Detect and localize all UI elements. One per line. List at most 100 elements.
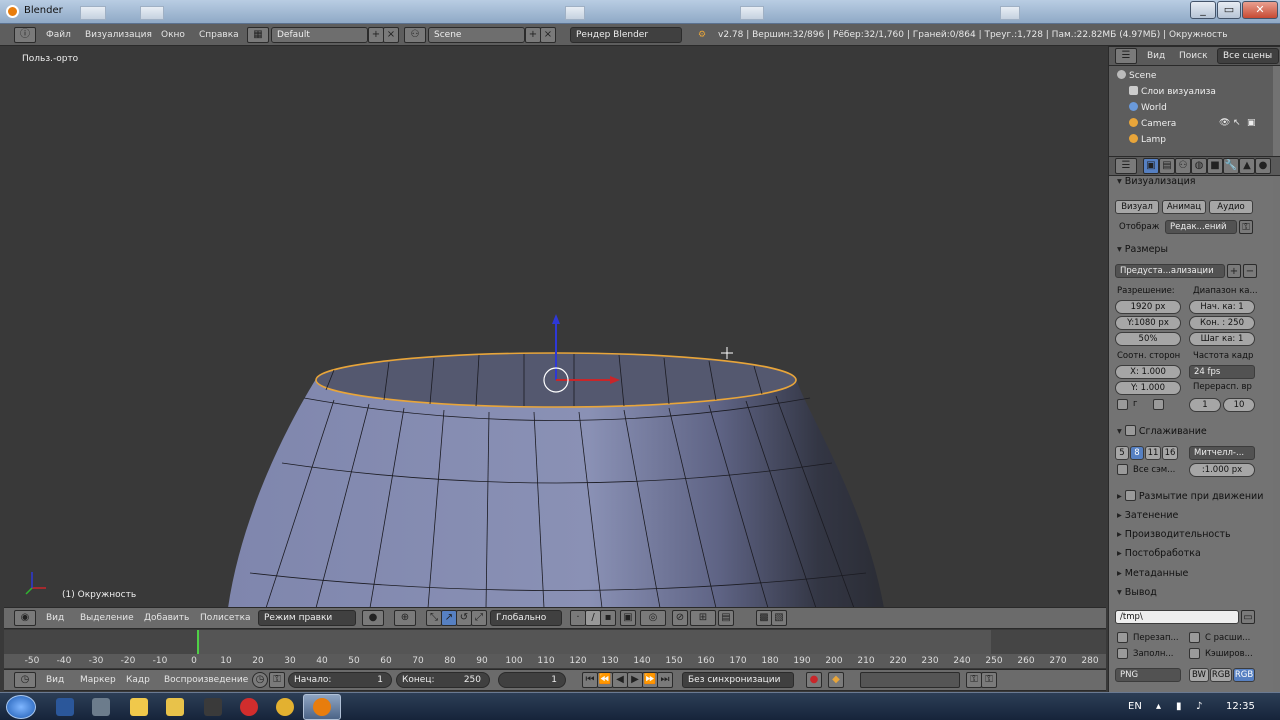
outliner-item-render-layers[interactable]: Слои визуализа <box>1129 86 1216 97</box>
output-section-header[interactable]: ▾ Вывод <box>1117 587 1157 598</box>
scale-icon[interactable]: ⤢ <box>471 610 487 626</box>
aa-filter-select[interactable]: Митчелл-... <box>1189 446 1255 460</box>
prev-keyframe-icon[interactable]: ⏪ <box>597 672 613 688</box>
resolution-x-field[interactable]: 1920 px <box>1115 300 1181 314</box>
add-layout-icon[interactable]: + <box>368 27 384 43</box>
metadata-section-header[interactable]: ▸ Метаданные <box>1117 568 1188 579</box>
3d-viewport[interactable]: Польз.-орто (1) Окружность <box>4 48 1106 608</box>
render-animation-button[interactable]: Анимац <box>1162 200 1206 214</box>
camera-render-icon[interactable]: ▣ <box>1247 118 1256 128</box>
performance-section-header[interactable]: ▸ Производительность <box>1117 529 1231 540</box>
tray-icon[interactable]: ▴ <box>1156 701 1161 712</box>
face-select-icon[interactable]: ▪ <box>600 610 616 626</box>
render-preset-select[interactable]: Предуста...ализации <box>1115 264 1225 278</box>
record-icon[interactable]: ● <box>806 672 822 688</box>
editor-type-icon[interactable]: ☰ <box>1115 158 1137 174</box>
lock-interface-icon[interactable]: ⚿ <box>1239 220 1253 234</box>
border-checkbox[interactable] <box>1117 399 1128 410</box>
snap-icon[interactable]: ⊘ <box>672 610 688 626</box>
remove-layout-icon[interactable]: × <box>383 27 399 43</box>
menu-marker[interactable]: Маркер <box>80 675 116 685</box>
layout-icon[interactable]: ▦ <box>247 27 269 43</box>
folder-icon[interactable] <box>130 698 148 716</box>
cursor-icon[interactable]: ↖ <box>1233 118 1241 128</box>
snap-target-icon[interactable]: ⊞ <box>690 610 716 626</box>
cache-result-checkbox[interactable] <box>1189 648 1200 659</box>
start-button[interactable] <box>6 695 36 719</box>
crop-checkbox[interactable] <box>1153 399 1164 410</box>
network-icon[interactable]: ▮ <box>1176 701 1182 712</box>
aspect-y-field[interactable]: Y: 1.000 <box>1115 381 1181 395</box>
editor-type-icon[interactable]: ◉ <box>14 610 36 626</box>
play-icon[interactable]: ▶ <box>627 672 643 688</box>
play-reverse-icon[interactable]: ◀ <box>612 672 628 688</box>
full-sample-checkbox[interactable] <box>1117 464 1128 475</box>
dimensions-section-header[interactable]: ▾ Размеры <box>1117 244 1168 255</box>
color-mode-rgb[interactable]: RGB <box>1210 668 1232 682</box>
outliner-item-camera[interactable]: Camera <box>1129 118 1176 129</box>
layers-icon[interactable]: ▤ <box>718 610 734 626</box>
add-scene-icon[interactable]: + <box>525 27 541 43</box>
aa-samples-16[interactable]: 16 <box>1162 446 1178 460</box>
app-icon[interactable] <box>92 698 110 716</box>
jump-start-icon[interactable]: ⏮ <box>582 672 598 688</box>
placeholders-checkbox[interactable] <box>1117 648 1128 659</box>
modifiers-tab-icon[interactable]: 🔧 <box>1223 158 1239 174</box>
keying-set-field[interactable] <box>860 672 960 688</box>
outliner-item-world[interactable]: World <box>1129 102 1167 113</box>
outliner[interactable]: Scene Слои визуализа World Camera Lamp 👁… <box>1109 66 1273 156</box>
file-extensions-checkbox[interactable] <box>1189 632 1200 643</box>
color-mode-rgba[interactable]: RGB <box>1233 668 1255 682</box>
current-frame-field[interactable]: 1 <box>498 672 566 688</box>
layout-field[interactable]: Default <box>271 27 368 43</box>
display-filter-select[interactable]: Все сцены <box>1217 48 1279 64</box>
outliner-item-lamp[interactable]: Lamp <box>1129 134 1166 145</box>
keying-set-icon[interactable]: ◆ <box>828 672 844 688</box>
mode-select[interactable]: Режим правки <box>258 610 356 626</box>
data-tab-icon[interactable]: ▲ <box>1239 158 1255 174</box>
app-icon[interactable] <box>204 698 222 716</box>
maximize-button[interactable]: ▭ <box>1217 1 1241 19</box>
opera-icon[interactable] <box>240 698 258 716</box>
menu-select[interactable]: Выделение <box>80 613 134 623</box>
menu-playback[interactable]: Воспроизведение <box>164 675 248 685</box>
aspect-x-field[interactable]: X: 1.000 <box>1115 365 1181 379</box>
aa-samples-11[interactable]: 11 <box>1145 446 1161 460</box>
render-layers-tab-icon[interactable]: ▤ <box>1159 158 1175 174</box>
shading-icon[interactable]: ● <box>362 610 384 626</box>
menu-view[interactable]: Вид <box>46 613 64 623</box>
3d-cursor[interactable] <box>721 347 733 359</box>
motion-blur-section-header[interactable]: ▸ Размытие при движении <box>1117 490 1263 502</box>
render-image-button[interactable]: Визуал <box>1115 200 1159 214</box>
sync-select[interactable]: Без синхронизации <box>682 672 794 688</box>
remove-preset-icon[interactable]: − <box>1243 264 1257 278</box>
output-path-field[interactable]: /tmp\ <box>1115 610 1239 624</box>
material-tab-icon[interactable]: ● <box>1255 158 1271 174</box>
vertex-select-icon[interactable]: · <box>570 610 586 626</box>
scene-field[interactable]: Scene <box>428 27 525 43</box>
menu-window[interactable]: Окно <box>161 30 185 40</box>
menu-search[interactable]: Поиск <box>1179 51 1208 61</box>
menu-help[interactable]: Справка <box>199 30 239 40</box>
translate-icon[interactable]: ↗ <box>441 610 457 626</box>
add-preset-icon[interactable]: + <box>1227 264 1241 278</box>
render-audio-button[interactable]: Аудио <box>1209 200 1253 214</box>
jump-end-icon[interactable]: ⏭ <box>657 672 673 688</box>
manipulator-toggle-icon[interactable]: ⤡ <box>426 610 442 626</box>
resolution-y-field[interactable]: Y:1080 px <box>1115 316 1181 330</box>
antialiasing-checkbox[interactable] <box>1124 425 1136 436</box>
aa-samples-8[interactable]: 8 <box>1130 446 1144 460</box>
eye-icon[interactable]: 👁 <box>1219 118 1230 128</box>
word-icon[interactable] <box>56 698 74 716</box>
render-anim-icon[interactable]: ▧ <box>771 610 787 626</box>
world-tab-icon[interactable]: ◍ <box>1191 158 1207 174</box>
occlude-icon[interactable]: ▣ <box>620 610 636 626</box>
next-keyframe-icon[interactable]: ⏩ <box>642 672 658 688</box>
chrome-icon[interactable] <box>276 698 294 716</box>
preview-range-icon[interactable]: ◷ <box>252 672 268 688</box>
remap-old-field[interactable]: 1 <box>1189 398 1221 412</box>
editor-type-icon[interactable]: ☰ <box>1115 48 1137 64</box>
media-icon[interactable] <box>166 698 184 716</box>
motion-blur-checkbox[interactable] <box>1124 490 1136 501</box>
postprocessing-section-header[interactable]: ▸ Постобработка <box>1117 548 1201 559</box>
